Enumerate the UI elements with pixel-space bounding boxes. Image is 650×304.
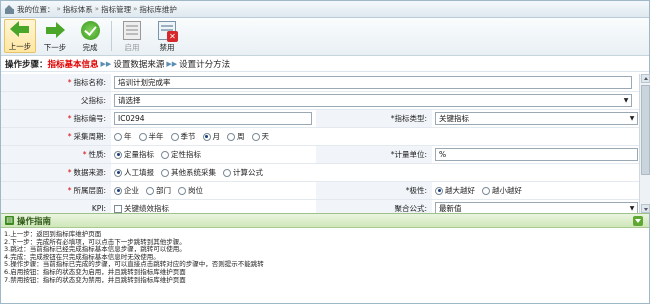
next-step-label: 下一步 [43, 43, 67, 52]
breadcrumb-separator-icon: » [133, 5, 138, 13]
form-row: * 所属层面: 企业 部门 岗位 * 极性: 越大越好 越小越好 [1, 182, 639, 200]
breadcrumb-item[interactable]: 指标管理 [101, 4, 131, 15]
field-label: * 指标编号: [1, 110, 111, 127]
period-radio-quarter[interactable]: 季节 [170, 131, 196, 142]
form-row: * 指标编号: IC0294 * 指标类型: 关键指标 ▼ [1, 110, 639, 128]
guide-header: ▤ 操作指南 [1, 214, 649, 228]
disable-label: 禁用 [159, 43, 175, 52]
finish-button[interactable]: 完成 [74, 19, 106, 53]
aggregate-formula-select[interactable]: 最新值 ▼ [435, 202, 638, 213]
form-scrollbar[interactable] [639, 74, 650, 213]
indicator-type-select[interactable]: 关键指标 ▼ [435, 112, 638, 125]
field-label: * 采集周期: [1, 128, 111, 145]
field-label: * 指标类型: [316, 110, 432, 127]
toolbar-divider [111, 21, 112, 51]
period-radio-halfyear[interactable]: 半年 [138, 131, 164, 142]
form-row: * 数据来源: 人工填报 其他系统采集 计算公式 [1, 164, 639, 182]
field-label: * 计量单位: [316, 146, 432, 163]
prev-step-label: 上一步 [8, 42, 32, 51]
breadcrumb: 我的位置： » 指标体系 » 指标管理 » 指标库维护 [1, 1, 649, 18]
level-radio-position[interactable]: 岗位 [178, 185, 203, 196]
field-label: * 极性: [316, 182, 432, 199]
field-label: * 指标名称: [1, 74, 111, 91]
nature-radio-quantitative[interactable]: 定量指标 [114, 149, 154, 160]
kpi-checkbox[interactable]: 关键绩效指标 [114, 203, 169, 213]
guide-body: 1.上一步：返回到指标库维护页面 2.下一步：完成所有必填项，可以点击下一步跳转… [1, 228, 649, 284]
period-radio-month[interactable]: 月 [202, 131, 220, 142]
breadcrumb-item[interactable]: 指标体系 [63, 4, 93, 15]
parent-indicator-select[interactable]: 请选择 ▼ [114, 94, 632, 107]
steps-title: 操作步骤： [5, 59, 48, 70]
step-data-source[interactable]: 设置数据来源 [113, 58, 164, 70]
scroll-thumb[interactable] [641, 85, 650, 175]
field-label: 父指标: [1, 92, 111, 109]
disable-button[interactable]: 禁用 [151, 19, 183, 53]
scroll-down-icon[interactable] [641, 204, 650, 213]
prev-step-button[interactable]: 上一步 [4, 19, 36, 53]
form-row: * 采集周期: 年 半年 季节 月 周 天 [1, 128, 639, 146]
collapse-icon[interactable] [633, 216, 643, 226]
app-root: 我的位置： » 指标体系 » 指标管理 » 指标库维护 上一步 下一步 完成 启… [0, 0, 650, 304]
form-row: * 性质: 定量指标 定性指标 * 计量单位: % [1, 146, 639, 164]
step-basic-info[interactable]: 指标基本信息 [48, 58, 99, 70]
guide-title: 操作指南 [17, 216, 52, 227]
level-radio-department[interactable]: 部门 [146, 185, 171, 196]
next-step-button[interactable]: 下一步 [39, 19, 71, 53]
arrow-right-icon [45, 21, 65, 40]
chevron-down-icon: ▼ [629, 205, 635, 212]
step-bar: 操作步骤： 指标基本信息 ▶▶ 设置数据来源 ▶▶ 设置计分方法 [1, 56, 649, 72]
indicator-form: * 指标名称: 培训计划完成率 父指标: 请选择 ▼ * 指标编号: IC0294 *… [1, 74, 639, 213]
polarity-radio-smaller[interactable]: 越小越好 [482, 185, 522, 196]
step-arrow-icon: ▶▶ [166, 59, 178, 68]
home-icon [5, 4, 14, 14]
guide-icon: ▤ [5, 216, 14, 225]
breadcrumb-separator-icon: » [56, 5, 61, 13]
field-label: KPI: [1, 200, 111, 213]
step-scoring-method[interactable]: 设置计分方法 [179, 58, 230, 70]
breadcrumb-separator-icon: » [94, 5, 100, 13]
period-radio-day[interactable]: 天 [251, 131, 269, 142]
field-label: * 所属层面: [1, 182, 111, 199]
toolbar: 上一步 下一步 完成 启用 禁用 [1, 18, 649, 56]
breadcrumb-item[interactable]: 指标库维护 [139, 4, 177, 15]
scroll-up-icon[interactable] [641, 74, 650, 83]
operation-guide-panel: ▤ 操作指南 1.上一步：返回到指标库维护页面 2.下一步：完成所有必填项，可以… [1, 213, 649, 304]
form-row: * 指标名称: 培训计划完成率 [1, 74, 639, 92]
form-row: KPI: 关键绩效指标 聚合公式: 最新值 ▼ [1, 200, 639, 213]
guide-line: 7.禁用按钮：指标的状态变为禁用，并且跳转到指标库维护页面 [4, 275, 186, 284]
document-icon [123, 21, 141, 40]
period-radio-week[interactable]: 周 [227, 131, 245, 142]
field-label: * 性质: [1, 146, 111, 163]
nature-radio-qualitative[interactable]: 定性指标 [161, 149, 201, 160]
period-radio-year[interactable]: 年 [114, 131, 132, 142]
chevron-down-icon: ▼ [629, 115, 635, 122]
source-radio-external[interactable]: 其他系统采集 [161, 167, 216, 178]
enable-label: 启用 [124, 43, 140, 52]
finish-label: 完成 [82, 43, 98, 52]
polarity-radio-larger[interactable]: 越大越好 [435, 185, 475, 196]
chevron-down-icon: ▼ [623, 97, 629, 104]
source-radio-manual[interactable]: 人工填报 [114, 167, 154, 178]
breadcrumb-prefix: 我的位置： [17, 4, 55, 14]
step-arrow-icon: ▶▶ [100, 59, 112, 68]
arrow-left-icon [10, 20, 30, 39]
indicator-name-input[interactable]: 培训计划完成率 [114, 76, 632, 89]
enable-button[interactable]: 启用 [116, 19, 148, 53]
field-label: * 数据来源: [1, 164, 111, 181]
form-row: 父指标: 请选择 ▼ [1, 92, 639, 110]
check-icon [80, 21, 100, 40]
level-radio-enterprise[interactable]: 企业 [114, 185, 139, 196]
unit-input[interactable]: % [435, 148, 638, 161]
source-radio-formula[interactable]: 计算公式 [223, 167, 263, 178]
document-delete-icon [158, 21, 178, 42]
indicator-code-input[interactable]: IC0294 [114, 112, 312, 125]
field-label: 聚合公式: [316, 200, 432, 213]
